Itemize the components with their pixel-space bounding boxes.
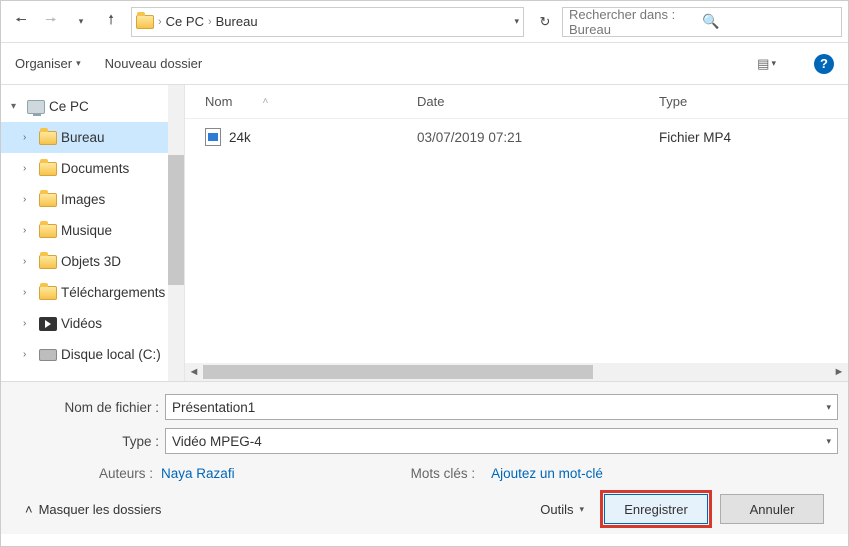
tree-item-videos[interactable]: › Vidéos — [1, 308, 184, 339]
scrollbar-thumb[interactable] — [203, 365, 593, 379]
chevron-down-icon: ▾ — [579, 504, 584, 515]
folder-icon — [39, 162, 57, 176]
new-folder-button[interactable]: Nouveau dossier — [105, 56, 203, 71]
tree-item-telechargements[interactable]: › Téléchargements — [1, 277, 184, 308]
organize-button[interactable]: Organiser ▾ — [15, 56, 81, 71]
folder-icon — [39, 255, 57, 269]
chevron-up-icon: ˄ — [25, 502, 33, 517]
sort-indicator-icon: ˄ — [262, 96, 268, 107]
horizontal-scrollbar[interactable]: ◄ ► — [185, 363, 848, 381]
filename-label: Nom de fichier : — [11, 400, 165, 415]
file-date: 03/07/2019 07:21 — [409, 130, 651, 145]
filetype-label: Type : — [11, 434, 165, 449]
video-icon — [39, 317, 57, 331]
file-list[interactable]: Nom ˄ Date Type 24k 03/07/2019 07:21 Fic… — [185, 85, 848, 381]
tree-item-musique[interactable]: › Musique — [1, 215, 184, 246]
tree-item-disque-local[interactable]: › Disque local (C:) — [1, 339, 184, 370]
chevron-right-icon[interactable]: › — [23, 349, 35, 360]
search-placeholder: Rechercher dans : Bureau — [569, 7, 702, 37]
chevron-down-icon[interactable]: ▾ — [514, 16, 519, 27]
tree-item-objets-3d[interactable]: › Objets 3D — [1, 246, 184, 277]
folder-icon — [39, 131, 57, 145]
chevron-right-icon[interactable]: › — [23, 132, 35, 143]
tree-item-images[interactable]: › Images — [1, 184, 184, 215]
tags-label: Mots clés : — [411, 466, 476, 481]
tree-item-bureau[interactable]: › Bureau — [1, 122, 184, 153]
scrollbar-thumb[interactable] — [168, 155, 184, 285]
chevron-right-icon[interactable]: › — [23, 318, 35, 329]
view-mode-button[interactable]: ▤ ▾ — [757, 56, 776, 72]
hide-folders-button[interactable]: ˄ Masquer les dossiers — [25, 502, 161, 517]
file-row[interactable]: 24k 03/07/2019 07:21 Fichier MP4 — [185, 119, 848, 155]
file-type: Fichier MP4 — [651, 130, 848, 145]
tools-button[interactable]: Outils ▾ — [540, 502, 584, 517]
chevron-down-icon[interactable]: ▾ — [826, 402, 831, 413]
column-header-name[interactable]: Nom ˄ — [185, 94, 409, 109]
authors-label: Auteurs : — [99, 466, 153, 481]
folder-tree[interactable]: ▾ Ce PC › Bureau › Documents › Images › … — [1, 85, 185, 381]
breadcrumb-segment[interactable]: Bureau — [216, 14, 258, 29]
scroll-left-icon[interactable]: ◄ — [185, 366, 203, 378]
save-button[interactable]: Enregistrer — [604, 494, 708, 524]
column-header-date[interactable]: Date — [409, 94, 651, 109]
file-name: 24k — [229, 130, 251, 145]
chevron-right-icon[interactable]: › — [23, 163, 35, 174]
authors-value[interactable]: Naya Razafi — [161, 466, 235, 481]
help-icon[interactable]: ? — [814, 54, 834, 74]
chevron-right-icon: › — [208, 16, 212, 28]
search-input[interactable]: Rechercher dans : Bureau 🔍 — [562, 7, 842, 37]
tree-item-documents[interactable]: › Documents — [1, 153, 184, 184]
chevron-right-icon[interactable]: › — [23, 287, 35, 298]
up-button[interactable]: 🠕 — [97, 8, 125, 36]
cancel-button[interactable]: Annuler — [720, 494, 824, 524]
folder-icon — [39, 286, 57, 300]
scroll-right-icon[interactable]: ► — [830, 366, 848, 378]
pc-icon — [27, 100, 45, 114]
back-button[interactable]: 🠔 — [7, 8, 35, 36]
chevron-right-icon: › — [158, 16, 162, 28]
chevron-down-icon[interactable]: ▾ — [826, 436, 831, 447]
file-icon — [205, 128, 221, 146]
tags-value[interactable]: Ajoutez un mot-clé — [491, 466, 603, 481]
drive-icon — [39, 349, 57, 361]
folder-icon — [39, 224, 57, 238]
chevron-down-icon: ▾ — [76, 58, 81, 69]
filetype-select[interactable]: Vidéo MPEG-4 ▾ — [165, 428, 838, 454]
forward-button[interactable]: 🠖 — [37, 8, 65, 36]
filename-input[interactable]: Présentation1 ▾ — [165, 394, 838, 420]
chevron-down-icon[interactable]: ▾ — [11, 101, 23, 112]
folder-icon — [136, 15, 154, 29]
breadcrumb-segment[interactable]: Ce PC — [166, 14, 204, 29]
search-icon[interactable]: 🔍 — [702, 13, 835, 30]
refresh-button[interactable]: ↻ — [530, 7, 560, 37]
chevron-right-icon[interactable]: › — [23, 225, 35, 236]
column-header-type[interactable]: Type — [651, 94, 848, 109]
folder-icon — [39, 193, 57, 207]
tree-root-ce-pc[interactable]: ▾ Ce PC — [1, 91, 184, 122]
chevron-right-icon[interactable]: › — [23, 194, 35, 205]
breadcrumb[interactable]: › Ce PC › Bureau ▾ — [131, 7, 524, 37]
recent-dropdown[interactable]: ▾ — [67, 8, 95, 36]
chevron-right-icon[interactable]: › — [23, 256, 35, 267]
